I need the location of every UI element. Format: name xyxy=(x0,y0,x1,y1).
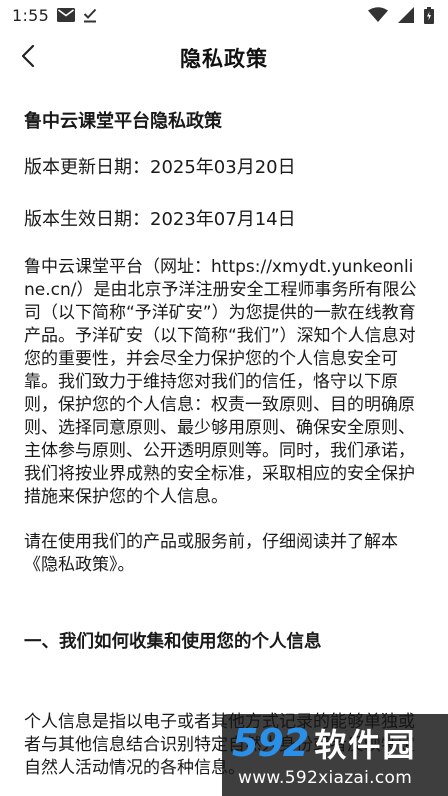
read-notice-paragraph: 请在使用我们的产品或服务前，仔细阅读并了解本《隐私政策》。 xyxy=(24,532,398,575)
privacy-policy-screen: 1:55 隐私政策 鲁中云课堂平台隐私政策 版本更新日期：2025年03月20日… xyxy=(0,0,448,796)
signal-icon xyxy=(398,7,414,23)
wifi-icon xyxy=(368,7,388,23)
download-done-icon xyxy=(83,7,97,23)
app-header: 隐私政策 xyxy=(0,30,448,86)
watermark-logo-number: 592 xyxy=(232,721,309,765)
intro-paragraph: 鲁中云课堂平台（网址：https://xmydt.yunkeonline.cn/… xyxy=(24,257,417,507)
back-button[interactable] xyxy=(8,38,48,78)
watermark-url: www.592xiazai.com xyxy=(238,768,413,788)
mail-icon xyxy=(57,8,76,22)
status-time: 1:55 xyxy=(12,5,50,25)
site-watermark: 592 软件园 www.592xiazai.com xyxy=(222,714,448,796)
document-heading: 鲁中云课堂平台隐私政策 xyxy=(24,111,222,132)
watermark-logo: 592 软件园 xyxy=(232,720,416,766)
policy-content: 鲁中云课堂平台隐私政策 版本更新日期：2025年03月20日 版本生效日期：20… xyxy=(24,96,424,780)
status-bar: 1:55 xyxy=(0,0,448,30)
back-arrow-icon xyxy=(20,44,36,72)
battery-icon xyxy=(424,6,434,24)
update-date: 版本更新日期：2025年03月20日 xyxy=(24,157,296,178)
status-left: 1:55 xyxy=(12,6,97,25)
status-right xyxy=(368,6,434,24)
watermark-logo-text: 软件园 xyxy=(314,726,417,764)
effective-date: 版本生效日期：2023年07月14日 xyxy=(24,209,296,230)
page-title: 隐私政策 xyxy=(180,47,268,71)
section-1-heading: 一、我们如何收集和使用您的个人信息 xyxy=(24,632,322,652)
